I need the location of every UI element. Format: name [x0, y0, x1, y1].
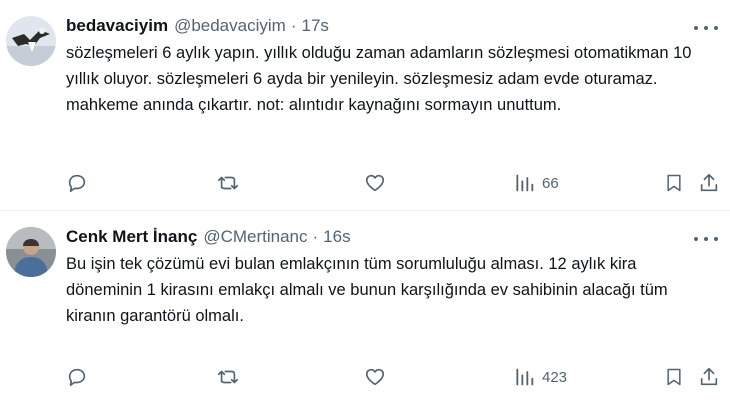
more-icon — [694, 237, 698, 241]
display-name[interactable]: Cenk Mert İnanç — [66, 226, 197, 248]
views-count: 66 — [542, 174, 559, 192]
share-button[interactable] — [698, 170, 720, 196]
tweet-text: Bu işin tek çözümü evi bulan emlakçının … — [66, 255, 668, 325]
views-button[interactable]: 423 — [514, 364, 567, 390]
timestamp[interactable]: 16s — [323, 226, 350, 248]
share-icon — [700, 173, 718, 192]
more-icon — [694, 26, 698, 30]
action-bar: 423 — [66, 364, 718, 390]
bookmark-icon — [667, 174, 681, 192]
avatar[interactable] — [6, 227, 56, 277]
more-options-button[interactable] — [694, 231, 718, 247]
separator-dot: · — [312, 227, 319, 246]
bookmark-button[interactable] — [664, 364, 684, 390]
like-button[interactable] — [364, 364, 386, 390]
like-icon — [365, 368, 385, 386]
views-icon — [516, 174, 534, 192]
user-handle[interactable]: @bedavaciyim — [174, 15, 286, 37]
bookmark-icon — [667, 368, 681, 386]
more-options-button[interactable] — [694, 20, 718, 36]
views-button[interactable]: 66 — [514, 170, 559, 196]
retweet-button[interactable] — [216, 170, 240, 196]
share-icon — [700, 367, 718, 386]
user-handle[interactable]: @CMertinanc — [203, 226, 307, 248]
display-name[interactable]: bedavaciyim — [66, 15, 168, 37]
reply-button[interactable] — [66, 170, 88, 196]
retweet-icon — [218, 370, 238, 384]
reply-icon — [68, 174, 86, 193]
views-count: 423 — [542, 368, 568, 386]
separator-dot: · — [290, 16, 297, 35]
views-icon — [516, 368, 534, 386]
like-icon — [365, 174, 385, 192]
retweet-icon — [218, 176, 238, 190]
like-button[interactable] — [364, 170, 386, 196]
reply-button[interactable] — [66, 364, 88, 390]
bookmark-button[interactable] — [664, 170, 684, 196]
timestamp[interactable]: 17s — [301, 15, 328, 37]
share-button[interactable] — [698, 364, 720, 390]
action-bar: 66 — [66, 170, 718, 196]
retweet-button[interactable] — [216, 364, 240, 390]
tweet[interactable]: Cenk Mert İnanç @CMertinanc · 16s Bu işi… — [0, 211, 730, 420]
tweet[interactable]: bedavaciyim @bedavaciyim · 17s sözleşmel… — [0, 0, 730, 211]
reply-icon — [68, 368, 86, 387]
avatar[interactable] — [6, 16, 56, 66]
tweet-text: sözleşmeleri 6 aylık yapın. yıllık olduğ… — [66, 44, 692, 114]
